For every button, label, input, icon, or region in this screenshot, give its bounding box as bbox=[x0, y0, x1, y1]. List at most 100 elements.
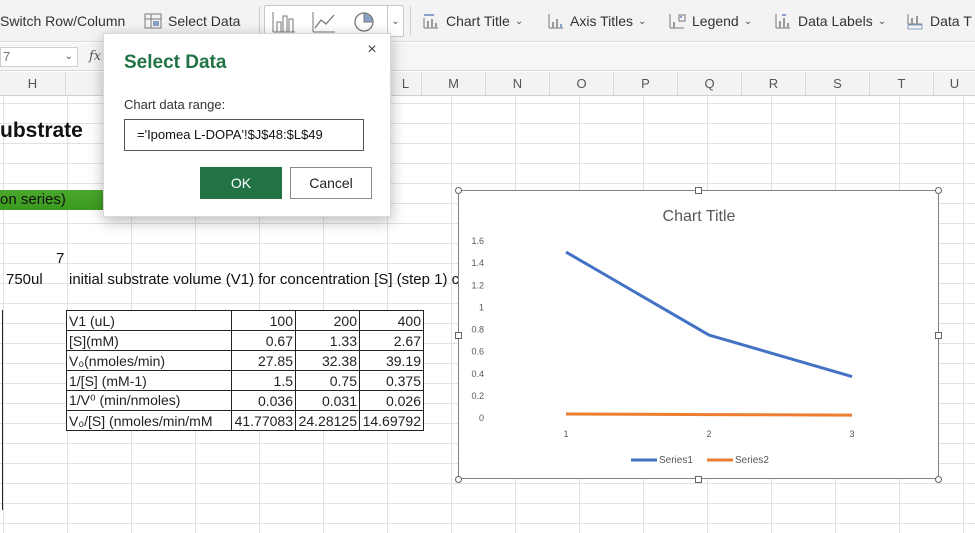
row-label[interactable]: [S](mM) bbox=[66, 330, 232, 351]
table-row: 1/[S] (mM-1) 1.5 0.75 0.375 bbox=[66, 370, 424, 391]
resize-handle[interactable] bbox=[935, 476, 942, 483]
table-cell[interactable]: 200 bbox=[295, 310, 360, 331]
y-tick-label: 0.8 bbox=[471, 325, 484, 335]
resize-handle[interactable] bbox=[455, 332, 462, 339]
line-chart[interactable]: Chart Title 00.20.40.60.811.21.41.6 123 … bbox=[459, 191, 938, 478]
resize-handle[interactable] bbox=[455, 187, 462, 194]
data-table: V1 (uL) 100 200 400 [S](mM) 0.67 1.33 2.… bbox=[66, 310, 424, 431]
sheet-heading: ubstrate bbox=[0, 119, 83, 142]
table-cell[interactable]: 400 bbox=[359, 310, 424, 331]
series-lines[interactable] bbox=[565, 250, 853, 417]
column-header-label: O bbox=[576, 76, 587, 91]
x-tick-label: 1 bbox=[563, 429, 568, 439]
column-header-o[interactable]: O bbox=[550, 72, 614, 96]
y-tick-label: 1.4 bbox=[471, 258, 484, 268]
series-line-2[interactable] bbox=[565, 412, 853, 417]
table-cell[interactable]: 41.77083 bbox=[231, 410, 296, 431]
table-left-edge bbox=[0, 310, 3, 510]
row-label[interactable]: 1/[S] (mM-1) bbox=[66, 370, 232, 391]
table-cell[interactable]: 0.026 bbox=[359, 390, 424, 411]
pie-chart-icon[interactable] bbox=[351, 10, 377, 34]
ok-button[interactable]: OK bbox=[200, 167, 282, 199]
resize-handle[interactable] bbox=[935, 332, 942, 339]
row-label[interactable]: V1 (uL) bbox=[66, 310, 232, 331]
table-cell[interactable]: 27.85 bbox=[231, 350, 296, 371]
legend-entry-label[interactable]: Series2 bbox=[735, 455, 769, 466]
table-cell[interactable]: 0.75 bbox=[295, 370, 360, 391]
chart-data-range-input[interactable]: ='Ipomea L-DOPA'!$J$48:$L$49 bbox=[124, 119, 364, 151]
table-cell[interactable]: 0.036 bbox=[231, 390, 296, 411]
y-axis-ticks: 0 0.2 0.4 0.6 0.8 1 1.2 1.4 1.6 bbox=[471, 236, 484, 423]
y-tick-label: 1.2 bbox=[471, 280, 484, 290]
chart-title-button[interactable]: Chart Title ⌄ bbox=[422, 0, 523, 42]
select-data-label: Select Data bbox=[168, 13, 241, 29]
chart-title-icon bbox=[423, 14, 438, 29]
column-header-t[interactable]: T bbox=[870, 72, 934, 96]
table-cell[interactable]: 1.33 bbox=[295, 330, 360, 351]
row-label[interactable]: V₀/[S] (nmoles/min/mM bbox=[66, 410, 232, 431]
data-table-button[interactable]: Data T bbox=[906, 0, 972, 42]
table-cell[interactable]: 39.19 bbox=[359, 350, 424, 371]
chart-gallery-dropdown[interactable]: ⌄ bbox=[387, 6, 403, 36]
column-header-label: P bbox=[641, 76, 650, 91]
y-tick-label: 0.2 bbox=[471, 391, 484, 401]
column-header-p[interactable]: P bbox=[614, 72, 678, 96]
y-tick-label: 0.4 bbox=[471, 369, 484, 379]
column-header-h[interactable]: H bbox=[0, 72, 66, 96]
column-header-q[interactable]: Q bbox=[678, 72, 742, 96]
resize-handle[interactable] bbox=[695, 187, 702, 194]
column-header-label: L bbox=[401, 76, 410, 91]
column-header-s[interactable]: S bbox=[806, 72, 870, 96]
row-label[interactable]: 1/V⁰ (min/nmoles) bbox=[66, 390, 232, 411]
column-header-m[interactable]: M bbox=[422, 72, 486, 96]
data-labels-icon bbox=[775, 14, 790, 29]
x-axis-ticks: 1 2 3 bbox=[563, 429, 854, 439]
chevron-down-icon: ⌄ bbox=[743, 15, 753, 27]
table-cell[interactable]: 100 bbox=[231, 310, 296, 331]
resize-handle[interactable] bbox=[935, 187, 942, 194]
select-data-icon bbox=[144, 13, 162, 29]
table-cell[interactable]: 32.38 bbox=[295, 350, 360, 371]
column-header-label: H bbox=[27, 76, 38, 91]
column-header-label: S bbox=[833, 76, 842, 91]
resize-handle[interactable] bbox=[455, 476, 462, 483]
table-cell[interactable]: 24.28125 bbox=[295, 410, 360, 431]
y-tick-label: 0 bbox=[479, 413, 484, 423]
column-header-label: U bbox=[949, 76, 960, 91]
table-cell[interactable]: 0.375 bbox=[359, 370, 424, 391]
column-header-label: M bbox=[448, 76, 459, 91]
column-header-u[interactable]: U bbox=[934, 72, 975, 96]
table-row: V₀/[S] (nmoles/min/mM 41.77083 24.28125 … bbox=[66, 410, 424, 431]
column-chart-icon[interactable] bbox=[271, 10, 297, 34]
legend-button[interactable]: Legend ⌄ bbox=[668, 0, 752, 42]
table-cell[interactable]: 0.031 bbox=[295, 390, 360, 411]
name-box[interactable]: 7 ⌄ bbox=[0, 47, 78, 67]
chart-area[interactable]: Chart Title 0 0.2 0.4 0.6 0.8 1 1.2 1.4 1.6 123 … bbox=[458, 190, 939, 479]
axis-titles-button[interactable]: Axis Titles ⌄ bbox=[546, 0, 646, 42]
table-cell[interactable]: 0.67 bbox=[231, 330, 296, 351]
chart-title[interactable]: Chart Title bbox=[663, 208, 736, 225]
line-chart-icon[interactable] bbox=[311, 10, 337, 34]
close-icon[interactable]: × bbox=[364, 42, 380, 58]
legend-icon bbox=[669, 14, 686, 29]
table-cell[interactable]: 2.67 bbox=[359, 330, 424, 351]
select-data-dialog: Select Data × Chart data range: ='Ipomea… bbox=[103, 33, 391, 217]
chart-legend[interactable]: Series1 Series2 bbox=[631, 455, 769, 466]
dialog-title: Select Data bbox=[124, 52, 227, 73]
row-label[interactable]: V₀(nmoles/min) bbox=[66, 350, 232, 371]
series-line-1[interactable] bbox=[565, 250, 853, 378]
legend-entry-label[interactable]: Series1 bbox=[659, 455, 693, 466]
chevron-down-icon: ⌄ bbox=[638, 15, 647, 27]
cancel-button[interactable]: Cancel bbox=[290, 167, 372, 199]
column-header-l[interactable]: L bbox=[390, 72, 422, 96]
column-header-r[interactable]: R bbox=[742, 72, 806, 96]
table-cell[interactable]: 1.5 bbox=[231, 370, 296, 391]
cell-description: initial substrate volume (V1) for concen… bbox=[69, 271, 468, 288]
function-icon[interactable]: fx bbox=[89, 49, 101, 64]
resize-handle[interactable] bbox=[695, 476, 702, 483]
data-labels-button[interactable]: Data Labels ⌄ bbox=[774, 0, 886, 42]
cell-value-7: 7 bbox=[56, 250, 65, 267]
table-cell[interactable]: 14.69792 bbox=[359, 410, 424, 431]
column-header-n[interactable]: N bbox=[486, 72, 550, 96]
table-row: V1 (uL) 100 200 400 bbox=[66, 310, 424, 331]
